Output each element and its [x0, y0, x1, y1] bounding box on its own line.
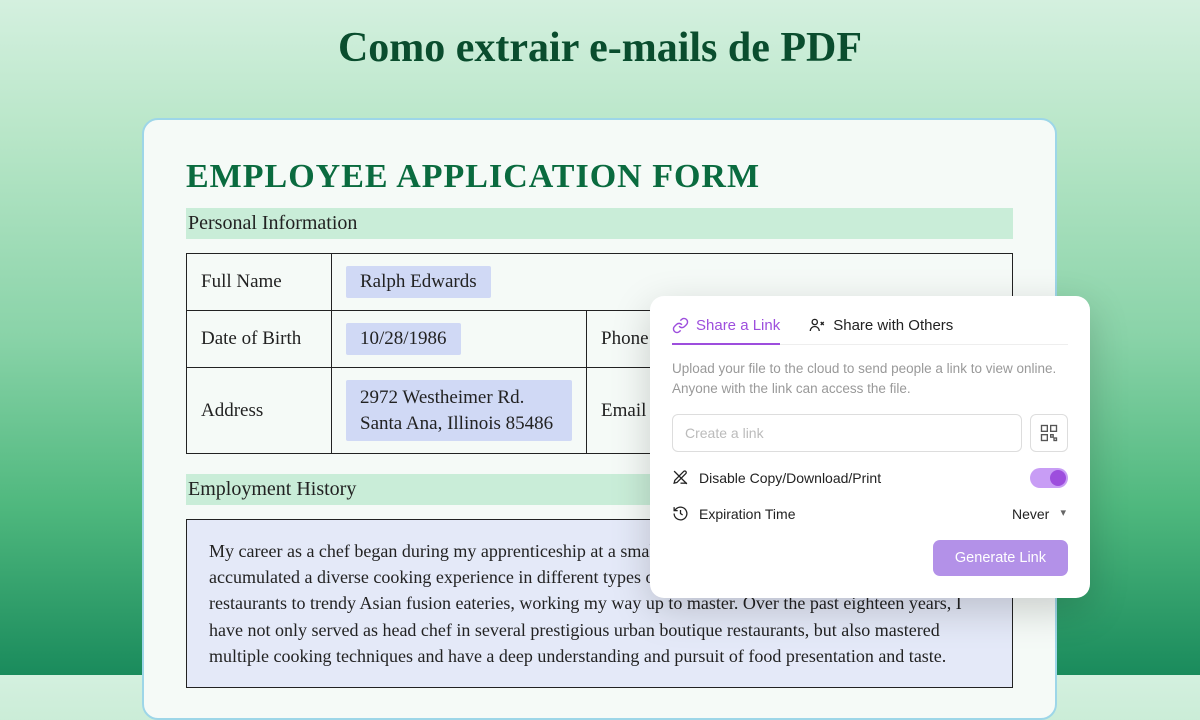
expiration-label: Expiration Time — [699, 506, 795, 522]
generate-link-button[interactable]: Generate Link — [933, 540, 1068, 576]
full-name-value: Ralph Edwards — [346, 266, 491, 298]
disable-copy-row: Disable Copy/Download/Print — [672, 468, 1068, 488]
link-input-row — [672, 414, 1068, 452]
dob-label: Date of Birth — [187, 311, 332, 368]
share-description: Upload your file to the cloud to send pe… — [672, 359, 1068, 400]
section-personal-info: Personal Information — [186, 208, 1013, 239]
clock-history-icon — [672, 505, 689, 522]
expiration-row: Expiration Time Never — [672, 502, 1068, 526]
create-link-input[interactable] — [672, 414, 1022, 452]
page-title: Como extrair e-mails de PDF — [0, 0, 1200, 72]
disable-copy-toggle[interactable] — [1030, 468, 1068, 488]
share-tabs: Share a Link Share with Others — [672, 316, 1068, 345]
form-heading: EMPLOYEE APPLICATION FORM — [186, 158, 1013, 196]
link-icon — [672, 317, 689, 334]
qr-code-icon — [1039, 423, 1059, 443]
no-edit-icon — [672, 469, 689, 486]
address-line1: 2972 Westheimer Rd. — [360, 387, 524, 408]
expiration-select[interactable]: Never — [1006, 502, 1068, 526]
disable-copy-label: Disable Copy/Download/Print — [699, 470, 881, 486]
address-line2: Santa Ana, Illinois 85486 — [360, 413, 553, 434]
qr-code-button[interactable] — [1030, 414, 1068, 452]
dob-value: 10/28/1986 — [346, 323, 461, 355]
address-label: Address — [187, 368, 332, 454]
tab-share-others[interactable]: Share with Others — [808, 316, 953, 344]
person-share-icon — [808, 316, 826, 334]
share-popup: Share a Link Share with Others Upload yo… — [650, 296, 1090, 598]
address-value: 2972 Westheimer Rd. Santa Ana, Illinois … — [346, 380, 572, 441]
tab-share-link-label: Share a Link — [696, 317, 780, 334]
tab-share-others-label: Share with Others — [833, 317, 953, 334]
full-name-label: Full Name — [187, 254, 332, 311]
tab-share-link[interactable]: Share a Link — [672, 316, 780, 344]
address-cell: 2972 Westheimer Rd. Santa Ana, Illinois … — [332, 368, 587, 454]
dob-cell: 10/28/1986 — [332, 311, 587, 368]
